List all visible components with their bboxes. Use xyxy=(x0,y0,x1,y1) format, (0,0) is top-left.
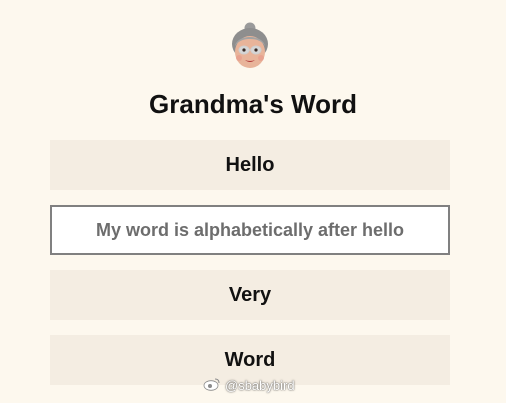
grandma-emoji-icon xyxy=(228,22,272,72)
page-title: Grandma's Word xyxy=(149,89,357,119)
watermark-text: @sbabybird xyxy=(225,378,295,393)
word-row-very: Very xyxy=(50,270,450,320)
weibo-icon xyxy=(203,377,221,394)
watermark: @sbabybird xyxy=(203,377,295,394)
guess-input[interactable] xyxy=(52,207,448,253)
word-row-hello: Hello xyxy=(50,140,450,190)
guess-input-box[interactable] xyxy=(50,205,450,255)
